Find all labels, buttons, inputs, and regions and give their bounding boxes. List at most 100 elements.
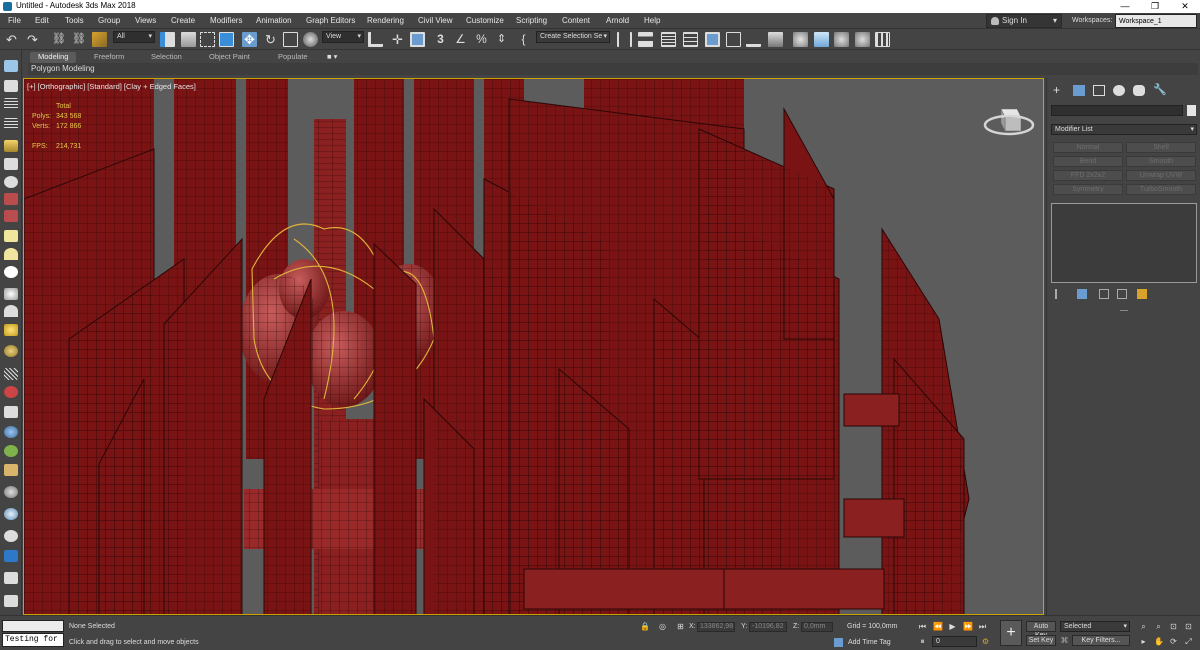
particle-icon[interactable]	[4, 210, 18, 222]
menu-views[interactable]: Views	[135, 16, 156, 25]
display-tab-icon[interactable]	[1133, 85, 1145, 96]
key-filter-icon[interactable]: ⌘	[1060, 636, 1069, 645]
set-key-button[interactable]: Set Key	[1026, 635, 1056, 646]
key-filters-button[interactable]: Key Filters...	[1072, 635, 1130, 646]
create-tab-icon[interactable]: +	[1053, 84, 1065, 96]
manipulate-icon[interactable]: ✛	[390, 32, 405, 47]
maxscript-listener-input[interactable]: Testing for :	[2, 633, 64, 647]
keyboard-shortcut-icon[interactable]	[410, 32, 425, 47]
rendered-frame-window-icon[interactable]	[814, 32, 829, 47]
rectangular-region-icon[interactable]	[200, 32, 215, 47]
menu-tools[interactable]: Tools	[65, 16, 84, 25]
sign-in-dropdown[interactable]: Sign In ▾	[986, 14, 1062, 28]
orbit-icon[interactable]: ⟳	[1169, 637, 1178, 646]
menu-rendering[interactable]: Rendering	[367, 16, 404, 25]
sun-icon[interactable]	[4, 324, 18, 336]
menu-help[interactable]: Help	[644, 16, 660, 25]
object-color-swatch[interactable]	[1187, 105, 1196, 116]
layer-explorer-icon[interactable]	[683, 32, 698, 47]
menu-customize[interactable]: Customize	[466, 16, 504, 25]
close-button[interactable]: ✕	[1170, 0, 1200, 13]
scene-list-icon[interactable]	[4, 118, 18, 130]
info-icon[interactable]	[4, 550, 18, 562]
viewport[interactable]: [+] [Orthographic] [Standard] [Clay + Ed…	[23, 78, 1044, 615]
panel-resize-handle[interactable]	[1120, 310, 1128, 311]
maximize-button[interactable]: ❐	[1140, 0, 1170, 13]
next-frame-icon[interactable]: ⏩	[963, 622, 973, 631]
modifier-ffd-button[interactable]: FFD 2x2x2	[1053, 170, 1123, 181]
sphere-icon[interactable]	[4, 266, 18, 278]
material-editor-icon[interactable]	[768, 32, 783, 47]
named-selection-select[interactable]: Create Selection Se ▾	[536, 31, 610, 43]
utilities-tab-icon[interactable]: 🔧	[1153, 85, 1167, 96]
placement-icon[interactable]	[303, 32, 318, 47]
sphere-render-icon[interactable]	[4, 508, 18, 520]
zoom-all-icon[interactable]: ⌕	[1154, 622, 1163, 631]
grid-tool-icon[interactable]	[4, 368, 18, 380]
bind-space-warp-icon[interactable]	[92, 32, 107, 47]
pivot-center-icon[interactable]	[368, 32, 383, 47]
go-to-start-icon[interactable]: ⏮	[918, 622, 927, 631]
zoom-extents-icon[interactable]: ⊡	[1169, 622, 1178, 631]
hierarchy-tab-icon[interactable]	[1093, 85, 1105, 96]
modifier-turbosmooth-button[interactable]: TurboSmooth	[1126, 184, 1196, 195]
minimize-button[interactable]: —	[1110, 0, 1140, 13]
globe-icon[interactable]	[4, 426, 18, 438]
z-coordinate-field[interactable]: 0,0mm	[801, 622, 833, 632]
redo-icon[interactable]: ↷	[27, 32, 42, 47]
make-unique-icon[interactable]	[1099, 289, 1109, 299]
tab-selection[interactable]: Selection	[151, 52, 182, 63]
modifier-stack[interactable]	[1051, 203, 1197, 283]
menu-content[interactable]: Content	[562, 16, 590, 25]
layer-icon[interactable]	[4, 98, 18, 110]
dynamics-icon[interactable]	[4, 193, 18, 205]
rotate-icon[interactable]: ↻	[263, 32, 278, 47]
scale-icon[interactable]	[283, 32, 298, 47]
mirror-icon[interactable]	[617, 32, 632, 47]
configure-modifier-sets-icon[interactable]	[1137, 289, 1147, 299]
link-icon[interactable]: ⛓	[52, 32, 67, 47]
settings-icon[interactable]	[4, 595, 18, 607]
go-to-end-icon[interactable]: ⏭	[978, 622, 987, 631]
absolute-mode-icon[interactable]: ⊞	[676, 622, 685, 631]
selection-filter-select[interactable]: All ▾	[113, 31, 155, 43]
cone-icon[interactable]	[4, 305, 18, 317]
set-key-icon[interactable]: +	[1000, 620, 1022, 646]
tab-modeling[interactable]: Modeling	[30, 52, 77, 63]
tab-object-paint[interactable]: Object Paint	[209, 52, 250, 63]
scene-explorer-icon[interactable]	[661, 32, 676, 47]
snaps-toggle-icon[interactable]: 3	[433, 32, 448, 47]
menu-scripting[interactable]: Scripting	[516, 16, 547, 25]
unlink-icon[interactable]: ⛓	[72, 32, 87, 47]
angle-snap-icon[interactable]: ∠	[453, 32, 468, 47]
undo-icon[interactable]: ↶	[6, 32, 21, 47]
edit-named-selection-icon[interactable]: {	[516, 32, 531, 47]
time-configuration-icon[interactable]: ⚙	[981, 637, 990, 646]
show-end-result-icon[interactable]	[1077, 289, 1087, 299]
remove-modifier-icon[interactable]	[1117, 289, 1127, 299]
select-by-name-icon[interactable]	[181, 32, 196, 47]
material-ball-icon[interactable]	[4, 486, 18, 498]
render-iterative-icon[interactable]	[855, 32, 870, 47]
ribbon-panel-polygon-modeling[interactable]: Polygon Modeling	[28, 63, 1198, 75]
key-mode-toggle-icon[interactable]: ⏸	[918, 637, 927, 646]
previous-frame-icon[interactable]: ⏪	[933, 622, 943, 631]
select-move-icon[interactable]: ✥	[242, 32, 257, 47]
select-object-icon[interactable]	[160, 32, 175, 47]
menu-edit[interactable]: Edit	[35, 16, 49, 25]
torus-icon[interactable]	[4, 345, 18, 357]
render-setup-icon[interactable]	[793, 32, 808, 47]
character-icon[interactable]	[4, 406, 18, 418]
field-of-view-icon[interactable]: ▸	[1139, 637, 1148, 646]
modifier-list-select[interactable]: Modifier List ▾	[1051, 124, 1197, 135]
maximize-viewport-icon[interactable]: ⤢	[1184, 637, 1193, 646]
motion-tab-icon[interactable]	[1113, 85, 1125, 96]
paint-icon[interactable]	[4, 386, 18, 398]
menu-modifiers[interactable]: Modifiers	[210, 16, 242, 25]
current-frame-field[interactable]: 0	[932, 636, 977, 647]
viewport-layout-icon[interactable]	[4, 60, 18, 72]
light-bulb-icon[interactable]	[4, 140, 18, 152]
hand-icon[interactable]	[4, 464, 18, 476]
x-coordinate-field[interactable]: 133862,98	[697, 622, 735, 632]
modifier-symmetry-button[interactable]: Symmetry	[1053, 184, 1123, 195]
